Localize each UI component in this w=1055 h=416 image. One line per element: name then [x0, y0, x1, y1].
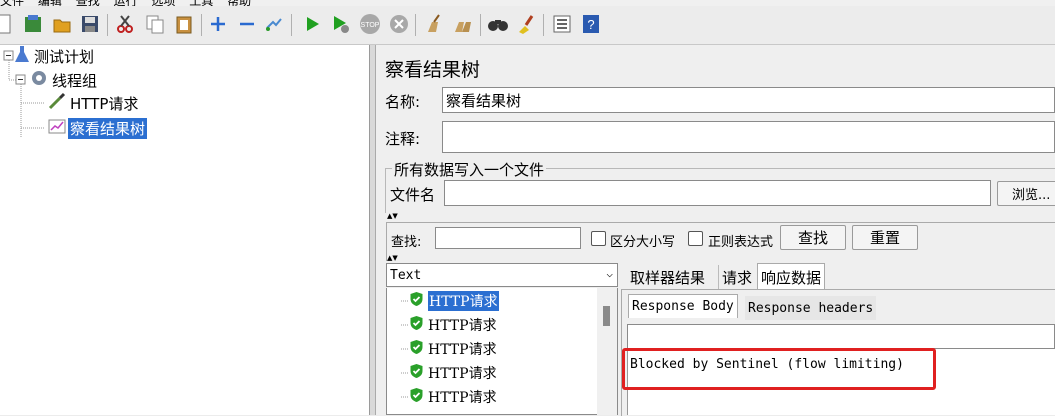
- result-item[interactable]: HTTP请求: [409, 338, 497, 360]
- case-sensitive-checkbox[interactable]: [591, 231, 606, 246]
- scrollbar-thumb[interactable]: [603, 306, 610, 326]
- result-item-label: HTTP请求: [428, 342, 497, 358]
- regex-label: 正则表达式: [708, 235, 774, 250]
- find-button[interactable]: 查找: [780, 225, 846, 250]
- tab-response-data[interactable]: 响应数据: [757, 263, 826, 290]
- renderer-select[interactable]: Text ⌵: [386, 263, 618, 287]
- tab-response-body[interactable]: Response Body: [628, 294, 738, 318]
- success-shield-icon: [409, 339, 428, 359]
- stop-icon[interactable]: STOP: [359, 13, 381, 35]
- copy-icon[interactable]: [144, 13, 166, 35]
- clear-all-icon[interactable]: [452, 13, 474, 35]
- filename-label: 文件名: [390, 186, 436, 204]
- help-icon[interactable]: ?: [580, 13, 602, 35]
- results-list: HTTP请求 HTTP请求 HTTP请求 HTTP请求 HTTP请求: [386, 288, 618, 415]
- result-item[interactable]: HTTP请求: [409, 386, 497, 408]
- collapse-icon[interactable]: [236, 13, 258, 35]
- comment-field[interactable]: [442, 121, 1055, 153]
- tree-label-thread-group: 线程组: [52, 71, 98, 90]
- tree-item-result-tree[interactable]: 察看结果树: [48, 117, 148, 139]
- reset-button[interactable]: 重置: [852, 225, 918, 250]
- flask-icon: [14, 45, 32, 67]
- tab-sampler-result[interactable]: 取样器结果: [627, 265, 708, 289]
- result-item-label: HTTP请求: [428, 291, 499, 311]
- comment-label: 注释:: [385, 130, 421, 148]
- result-tree-panel: 察看结果树 名称: 察看结果树 注释: 所有数据写入一个文件 文件名 浏览...…: [376, 45, 1055, 416]
- highlight-box: [622, 348, 936, 390]
- tree-label-result-tree: 察看结果树: [68, 117, 148, 139]
- expand-icon[interactable]: [207, 13, 229, 35]
- tree-label-http-request: HTTP请求: [70, 94, 139, 113]
- svg-text:STOP: STOP: [361, 22, 380, 29]
- shutdown-icon[interactable]: [388, 13, 410, 35]
- success-shield-icon: [409, 315, 428, 335]
- reset-search-icon[interactable]: [515, 13, 537, 35]
- result-item-label: HTTP请求: [428, 366, 497, 382]
- toggle-icon[interactable]: [263, 13, 285, 35]
- file-group-title: 所有数据写入一个文件: [392, 159, 547, 180]
- panel-title: 察看结果树: [385, 59, 481, 81]
- pipette-icon: [48, 92, 68, 114]
- search-input[interactable]: [435, 227, 581, 249]
- regex-checkbox[interactable]: [688, 231, 703, 246]
- search-label: 查找:: [391, 235, 422, 250]
- result-item[interactable]: HTTP请求: [409, 362, 497, 384]
- success-shield-icon: [409, 387, 428, 407]
- name-field[interactable]: 察看结果树: [442, 87, 1055, 113]
- graph-icon: [48, 117, 68, 139]
- start-no-pause-icon[interactable]: [330, 13, 352, 35]
- toolbar: STOP ?: [0, 6, 1055, 45]
- chevron-down-icon: ⌵: [606, 267, 613, 280]
- result-item[interactable]: HTTP请求: [409, 290, 499, 312]
- search-icon[interactable]: [487, 13, 509, 35]
- renderer-value: Text: [390, 267, 422, 283]
- browse-button[interactable]: 浏览...: [997, 181, 1055, 206]
- clear-icon[interactable]: [423, 13, 445, 35]
- paste-icon[interactable]: [173, 13, 195, 35]
- collapse-arrows-bottom[interactable]: ▲▼: [387, 255, 398, 262]
- tab-response-headers[interactable]: Response headers: [745, 296, 877, 320]
- function-helper-icon[interactable]: [551, 13, 573, 35]
- response-search-field[interactable]: [627, 324, 1055, 349]
- tab-request[interactable]: 请求: [718, 265, 755, 289]
- tree-item-http-request[interactable]: HTTP请求: [48, 92, 140, 114]
- filename-field[interactable]: [444, 180, 991, 206]
- case-sensitive-label: 区分大小写: [610, 235, 676, 250]
- test-plan-tree: 测试计划 线程组 HTTP请求 察看结果树: [0, 45, 370, 415]
- tree-label-test-plan: 测试计划: [34, 47, 95, 66]
- success-shield-icon: [409, 363, 428, 383]
- cut-icon[interactable]: [114, 13, 136, 35]
- new-icon[interactable]: [0, 13, 14, 35]
- open-icon[interactable]: [51, 13, 73, 35]
- templates-icon[interactable]: [22, 13, 44, 35]
- save-icon[interactable]: [79, 13, 101, 35]
- start-icon[interactable]: [301, 13, 323, 35]
- svg-text:?: ?: [587, 17, 594, 32]
- tree-item-test-plan[interactable]: 测试计划: [14, 46, 96, 66]
- results-scrollbar[interactable]: [597, 288, 617, 415]
- collapse-arrows-top[interactable]: ▲▼: [387, 213, 398, 220]
- success-shield-icon: [409, 291, 428, 311]
- tree-item-thread-group[interactable]: 线程组: [30, 70, 99, 90]
- result-item[interactable]: HTTP请求: [409, 314, 497, 336]
- gear-icon: [30, 69, 50, 91]
- result-item-label: HTTP请求: [428, 318, 497, 334]
- result-item-label: HTTP请求: [428, 390, 497, 406]
- name-label: 名称:: [385, 93, 421, 111]
